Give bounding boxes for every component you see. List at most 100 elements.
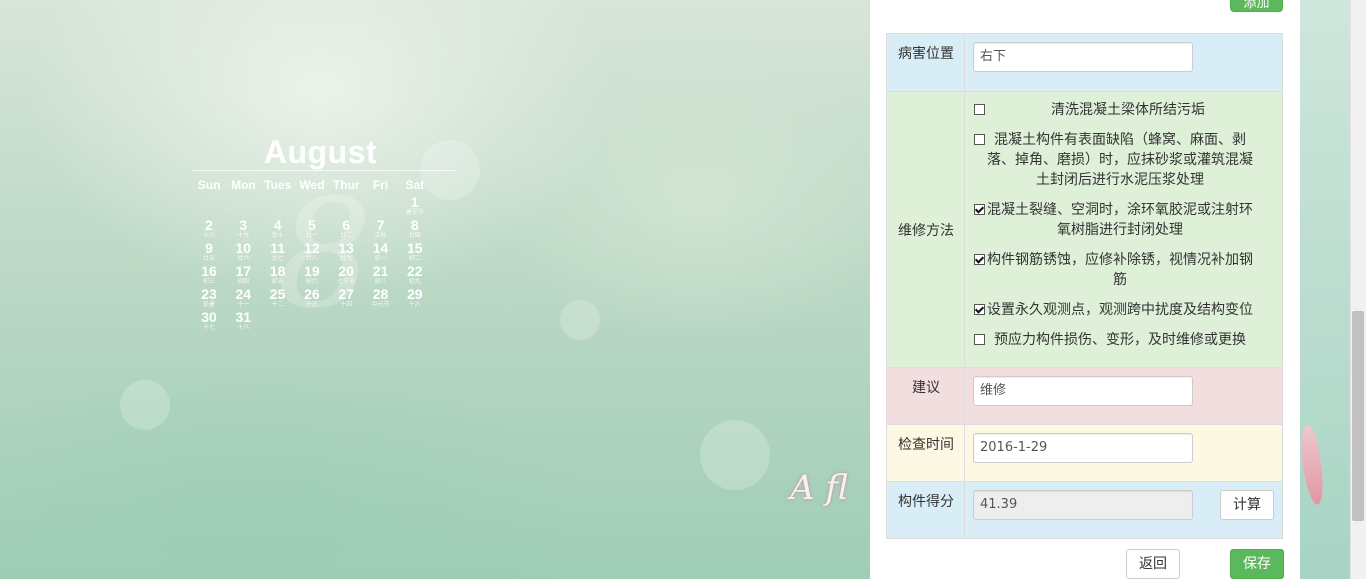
- repair-option[interactable]: 预应力构件损伤、变形，及时维修或更换: [974, 330, 1282, 350]
- calendar-day-number: 10: [235, 240, 252, 256]
- calendar-lunar-label: 初九: [408, 278, 421, 285]
- calendar-day-number: 22: [407, 263, 423, 279]
- calendar-day: 16 初三: [192, 264, 226, 285]
- calendar-day: 22 初九: [398, 264, 432, 285]
- repair-option-text: 构件钢筋锈蚀，应修补除锈，视情况补加钢筋: [987, 252, 1253, 288]
- inspect-time-input[interactable]: 2016-1-29: [973, 433, 1193, 463]
- repair-option-text: 混凝土构件有表面缺陷（蜂窝、麻面、剥落、掉角、磨损）时，应抹砂浆或灌筑混凝土封闭…: [987, 132, 1253, 188]
- calendar-day-number: 24: [235, 286, 252, 302]
- calendar-day-number: 19: [304, 263, 320, 279]
- calendar-day-number: 15: [407, 240, 423, 256]
- calendar-day-number: 8: [410, 217, 419, 233]
- calendar-lunar-label: 十六: [408, 301, 421, 308]
- save-button[interactable]: 保存: [1230, 549, 1284, 579]
- repair-method-cell: 清洗混凝土梁体所结污垢 混凝土构件有表面缺陷（蜂窝、麻面、剥落、掉角、磨损）时，…: [964, 91, 1283, 368]
- checkbox[interactable]: [974, 134, 985, 145]
- repair-option-text: 清洗混凝土梁体所结污垢: [1051, 102, 1205, 118]
- advice-input[interactable]: 维修: [973, 376, 1193, 406]
- calendar-day-number: 30: [201, 309, 217, 325]
- calendar-day: 25 十二: [261, 287, 295, 308]
- calendar-lunar-label: 廿九: [340, 255, 353, 262]
- calculate-button[interactable]: 计算: [1220, 490, 1274, 520]
- weekday-label: Wed: [299, 178, 325, 192]
- calendar-day: 5 廿一: [295, 218, 329, 239]
- calendar-day: 4 廿十: [261, 218, 295, 239]
- weekday-label: Tues: [264, 178, 292, 192]
- calendar-lunar-label: 廿六: [237, 255, 250, 262]
- calendar-day-number: 25: [269, 286, 286, 302]
- location-label: 病害位置: [886, 33, 965, 92]
- weekday-label: Sun: [197, 178, 221, 192]
- calendar-day: 13 廿九: [329, 241, 363, 262]
- score-input[interactable]: 41.39: [973, 490, 1193, 520]
- checkbox-checked[interactable]: [974, 204, 985, 215]
- calendar-lunar-label: 廿四: [408, 232, 421, 239]
- calendar-lunar-label: 初五: [271, 278, 284, 285]
- checkbox-checked[interactable]: [974, 304, 985, 315]
- calendar-day-number: 31: [235, 309, 252, 325]
- row-location: 病害位置 右下: [886, 33, 1283, 92]
- weekday-label: Sat: [405, 178, 425, 192]
- repair-option[interactable]: 设置永久观测点，观测跨中扰度及结构变位: [974, 300, 1282, 320]
- bokeh-light: [560, 300, 600, 340]
- calendar-lunar-label: 十八: [237, 324, 250, 331]
- calendar-lunar-label: 初一: [374, 255, 387, 262]
- bokeh-light: [120, 380, 170, 430]
- repair-option[interactable]: 混凝土构件有表面缺陷（蜂窝、麻面、剥落、掉角、磨损）时，应抹砂浆或灌筑混凝土封闭…: [974, 130, 1282, 190]
- calendar-day-number: 12: [304, 240, 320, 256]
- calendar-day: 30 十七: [192, 310, 226, 331]
- row-advice: 建议 维修: [886, 367, 1283, 425]
- checkbox-checked[interactable]: [974, 254, 985, 265]
- location-input[interactable]: 右下: [973, 42, 1193, 72]
- calendar-day-number: 11: [270, 240, 285, 256]
- calendar-day-number: 26: [304, 286, 320, 302]
- bokeh-light: [700, 420, 770, 490]
- calendar-day: 27 十四: [329, 287, 363, 308]
- calendar-lunar-label: 廿七: [271, 255, 284, 262]
- calendar-day-number: 5: [307, 217, 316, 233]
- inspect-time-label: 检查时间: [886, 424, 965, 482]
- calendar-day: 26 十三: [295, 287, 329, 308]
- calendar-day: 19 初六: [295, 264, 329, 285]
- advice-label: 建议: [886, 367, 965, 425]
- calendar-day-number: 23: [201, 286, 217, 302]
- calendar-day-number: 27: [338, 286, 354, 302]
- calendar-day: 3 十九: [226, 218, 260, 239]
- repair-method-options: 清洗混凝土梁体所结污垢 混凝土构件有表面缺陷（蜂窝、麻面、剥落、掉角、磨损）时，…: [965, 92, 1282, 350]
- calendar-lunar-label: 初八: [374, 278, 387, 285]
- calendar-lunar-label: 初四: [237, 278, 250, 285]
- calendar-day-number: 4: [273, 217, 282, 233]
- score-label: 构件得分: [886, 481, 965, 539]
- calendar-lunar-label: 十四: [340, 301, 353, 308]
- calendar-day: 17 初四: [226, 264, 260, 285]
- calendar-day: 14 初一: [364, 241, 398, 262]
- calendar-lunar-label: 处暑: [202, 301, 215, 308]
- calendar-day: 7 立秋: [364, 218, 398, 239]
- repair-option-text: 混凝土裂缝、空洞时，涂环氧胶泥或注射环氧树脂进行封闭处理: [987, 202, 1253, 238]
- calendar-day-number: 17: [235, 263, 252, 279]
- calendar-day: 6 廿二: [329, 218, 363, 239]
- calendar-day: 8 廿四: [398, 218, 432, 239]
- calendar-day-number: 13: [338, 240, 354, 256]
- calendar-lunar-label: 廿五: [202, 255, 215, 262]
- row-repair-method: 维修方法 清洗混凝土梁体所结污垢 混凝土构件有表面缺陷（蜂窝、麻面、剥落、掉角、…: [886, 91, 1283, 368]
- calendar-lunar-label: 廿八: [305, 255, 318, 262]
- checkbox[interactable]: [974, 334, 985, 345]
- location-cell: 右下: [964, 33, 1283, 92]
- add-button[interactable]: 添加: [1230, 0, 1283, 12]
- scrollbar-thumb[interactable]: [1352, 311, 1364, 521]
- calendar-day-number: 6: [342, 217, 351, 233]
- calendar-day: 24 十一: [226, 287, 260, 308]
- repair-option[interactable]: 清洗混凝土梁体所结污垢: [974, 100, 1282, 120]
- repair-option[interactable]: 构件钢筋锈蚀，应修补除锈，视情况补加钢筋: [974, 250, 1282, 290]
- checkbox[interactable]: [974, 104, 985, 115]
- calendar-day: 18 初五: [261, 264, 295, 285]
- calendar-day-number: 20: [338, 263, 354, 279]
- back-button[interactable]: 返回: [1126, 549, 1180, 579]
- calendar-day-number: 21: [372, 263, 389, 279]
- calendar-lunar-label: 十七: [202, 324, 215, 331]
- calendar-lunar-label: 初三: [202, 278, 215, 285]
- calendar-day-number: 2: [205, 217, 213, 233]
- weekday-label: Fri: [372, 178, 389, 192]
- repair-option[interactable]: 混凝土裂缝、空洞时，涂环氧胶泥或注射环氧树脂进行封闭处理: [974, 200, 1282, 240]
